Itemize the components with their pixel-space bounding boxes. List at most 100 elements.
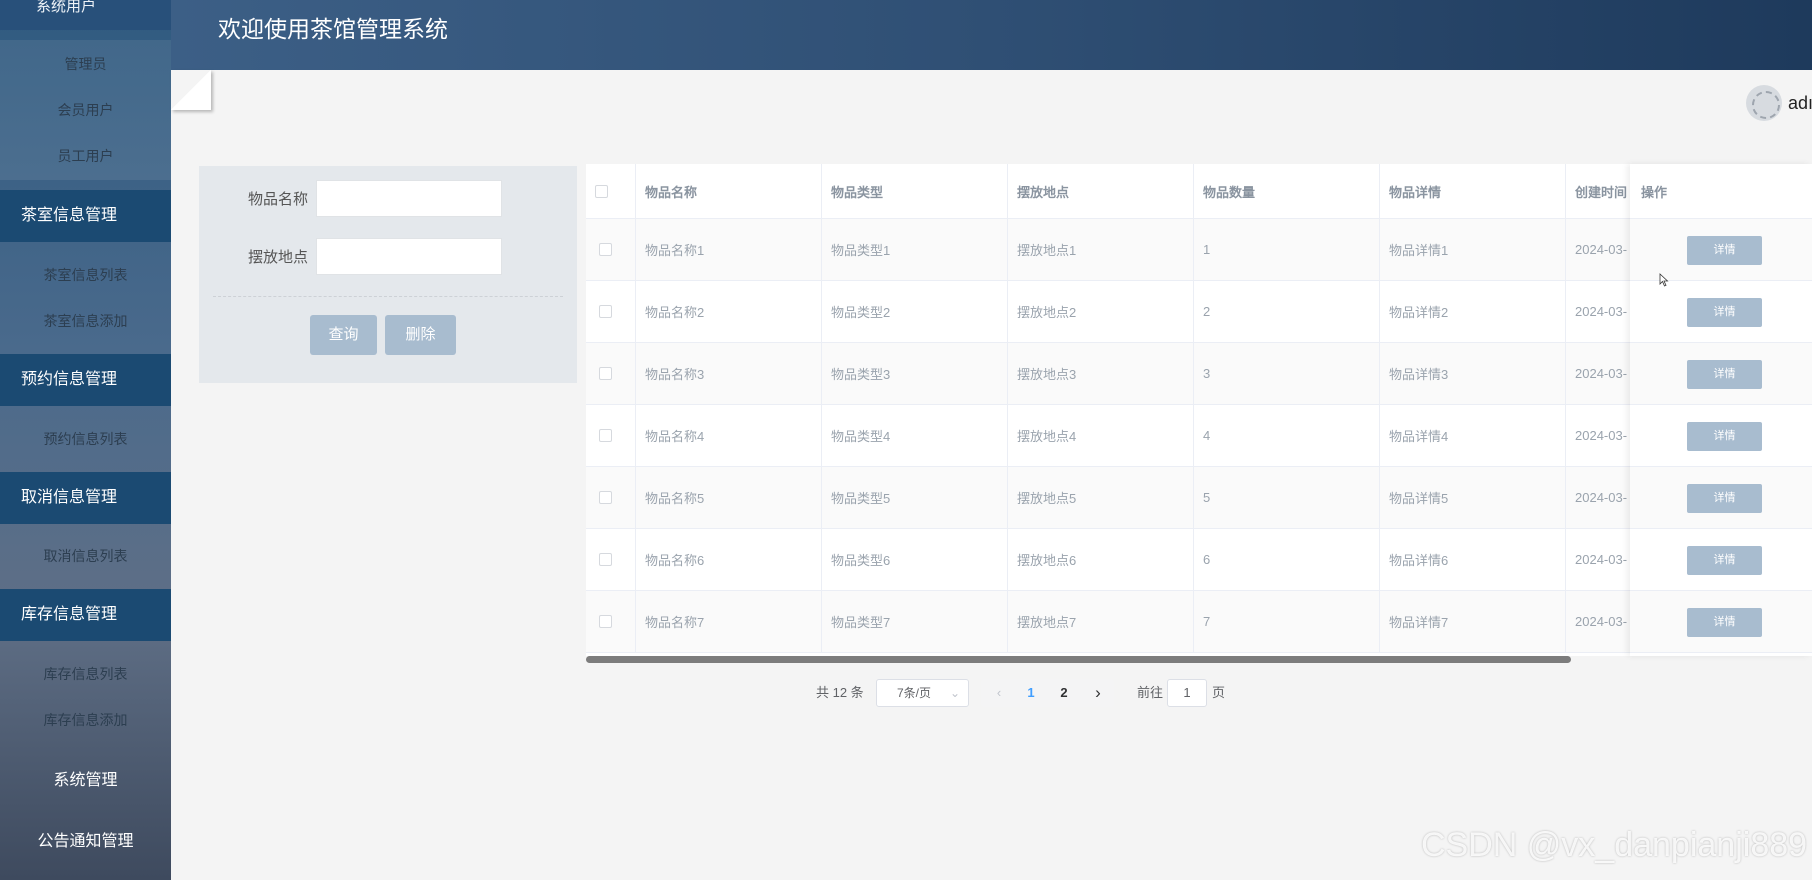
- sidebar-item-member-users[interactable]: 会员用户: [10, 87, 161, 133]
- col-header-created: 创建时间: [1566, 164, 1636, 218]
- cell-name: 物品名称6: [636, 529, 822, 590]
- cell-detail: 物品详情7: [1380, 591, 1566, 652]
- cell-qty: 1: [1194, 219, 1380, 280]
- cell-qty: 7: [1194, 591, 1380, 652]
- table-row: 物品名称7 物品类型7 摆放地点7 7 物品详情7 2024-03-: [586, 591, 1812, 653]
- sidebar-group-cancel[interactable]: 取消信息管理: [0, 472, 171, 524]
- row-checkbox[interactable]: [586, 591, 636, 652]
- cell-place: 摆放地点5: [1008, 467, 1194, 528]
- sidebar-item-cancel-list[interactable]: 取消信息列表: [10, 533, 161, 579]
- horizontal-scrollbar[interactable]: [586, 656, 1571, 663]
- cell-qty: 3: [1194, 343, 1380, 404]
- prev-page-icon[interactable]: ‹: [989, 679, 1009, 707]
- sidebar: 系统用户 管理员 会员用户 员工用户 茶室信息管理 茶室信息列表 茶室信息添加 …: [0, 0, 171, 880]
- sidebar-group-reservation[interactable]: 预约信息管理: [0, 354, 171, 406]
- sidebar-item-notice-management[interactable]: 公告通知管理: [0, 816, 171, 868]
- cell-type: 物品类型3: [822, 343, 1008, 404]
- sidebar-item-system-management[interactable]: 系统管理: [0, 755, 171, 807]
- table-row: 物品名称4 物品类型4 摆放地点4 4 物品详情4 2024-03-: [586, 405, 1812, 467]
- sidebar-item-inventory-list[interactable]: 库存信息列表: [10, 651, 161, 697]
- detail-button[interactable]: 详情: [1687, 608, 1762, 637]
- sidebar-item-tearoom-list[interactable]: 茶室信息列表: [10, 252, 161, 298]
- detail-button[interactable]: 详情: [1687, 360, 1762, 389]
- next-page-icon[interactable]: ›: [1088, 679, 1108, 707]
- query-button[interactable]: 查询: [310, 315, 377, 355]
- cell-detail: 物品详情2: [1380, 281, 1566, 342]
- col-header-qty: 物品数量: [1194, 164, 1380, 218]
- sidebar-group-inventory[interactable]: 库存信息管理: [0, 589, 171, 641]
- jump-page-input[interactable]: 1: [1167, 679, 1207, 707]
- cell-place: 摆放地点1: [1008, 219, 1194, 280]
- jump-suffix: 页: [1212, 685, 1226, 700]
- row-checkbox[interactable]: [586, 281, 636, 342]
- cell-name: 物品名称7: [636, 591, 822, 652]
- cell-detail: 物品详情4: [1380, 405, 1566, 466]
- cell-created: 2024-03-: [1566, 529, 1636, 590]
- cell-name: 物品名称5: [636, 467, 822, 528]
- avatar: [1746, 85, 1782, 121]
- page-size-value: 7条/页: [897, 686, 932, 700]
- sidebar-item-staff-users[interactable]: 员工用户: [10, 133, 161, 179]
- place-input[interactable]: [316, 238, 502, 275]
- cell-type: 物品类型7: [822, 591, 1008, 652]
- ops-row: 详情: [1630, 343, 1812, 405]
- cell-qty: 2: [1194, 281, 1380, 342]
- select-all-checkbox[interactable]: [586, 164, 636, 218]
- cell-place: 摆放地点4: [1008, 405, 1194, 466]
- page-title: 欢迎使用茶馆管理系统: [218, 16, 448, 42]
- cell-qty: 5: [1194, 467, 1380, 528]
- ops-row: 详情: [1630, 591, 1812, 653]
- sidebar-item-admin[interactable]: 管理员: [10, 41, 161, 87]
- row-checkbox[interactable]: [586, 529, 636, 590]
- detail-button[interactable]: 详情: [1687, 484, 1762, 513]
- item-name-input[interactable]: [316, 180, 502, 217]
- cell-detail: 物品详情6: [1380, 529, 1566, 590]
- col-header-type: 物品类型: [822, 164, 1008, 218]
- cell-name: 物品名称4: [636, 405, 822, 466]
- cell-created: 2024-03-: [1566, 405, 1636, 466]
- table-row: 物品名称2 物品类型2 摆放地点2 2 物品详情2 2024-03-: [586, 281, 1812, 343]
- cell-qty: 4: [1194, 405, 1380, 466]
- sidebar-item-system-users[interactable]: 系统用户: [0, 0, 171, 30]
- detail-button[interactable]: 详情: [1687, 298, 1762, 327]
- cell-type: 物品类型2: [822, 281, 1008, 342]
- cell-name: 物品名称3: [636, 343, 822, 404]
- table-header-row: 物品名称 物品类型 摆放地点 物品数量 物品详情 创建时间: [586, 164, 1812, 219]
- mouse-cursor-icon: [1659, 273, 1669, 287]
- detail-button[interactable]: 详情: [1687, 422, 1762, 451]
- row-checkbox[interactable]: [586, 405, 636, 466]
- page-1[interactable]: 1: [1021, 679, 1041, 707]
- page-2[interactable]: 2: [1054, 679, 1074, 707]
- user-name: adı: [1788, 92, 1812, 113]
- sidebar-item-label: 系统用户: [36, 0, 97, 15]
- row-checkbox[interactable]: [586, 343, 636, 404]
- detail-button[interactable]: 详情: [1687, 236, 1762, 265]
- sidebar-item-reservation-list[interactable]: 预约信息列表: [10, 416, 161, 462]
- sidebar-item-tearoom-add[interactable]: 茶室信息添加: [10, 298, 161, 344]
- item-name-label: 物品名称: [248, 191, 309, 208]
- cell-detail: 物品详情1: [1380, 219, 1566, 280]
- user-menu[interactable]: adı: [1746, 84, 1812, 122]
- cell-name: 物品名称1: [636, 219, 822, 280]
- ops-column: 操作 详情 详情 详情 详情 详情 详情 详情: [1630, 164, 1812, 656]
- cell-name: 物品名称2: [636, 281, 822, 342]
- col-header-detail: 物品详情: [1380, 164, 1566, 218]
- data-table: 物品名称 物品类型 摆放地点 物品数量 物品详情 创建时间 物品名称1 物品类型 1…: [586, 164, 1812, 656]
- row-checkbox[interactable]: [586, 219, 636, 280]
- sidebar-item-inventory-add[interactable]: 库存信息添加: [10, 697, 161, 743]
- cell-type: 物品类型6: [822, 529, 1008, 590]
- delete-button[interactable]: 删除: [385, 315, 456, 355]
- detail-button[interactable]: 详情: [1687, 546, 1762, 575]
- cell-created: 2024-03-: [1566, 591, 1636, 652]
- cell-detail: 物品详情5: [1380, 467, 1566, 528]
- table-row: 物品名称1 物品类型1 摆放地点1 1 物品详情1 2024-03-: [586, 219, 1812, 281]
- collapse-toggle-icon[interactable]: [171, 70, 211, 110]
- place-label: 摆放地点: [248, 249, 309, 266]
- page-size-select[interactable]: 7条/页 ⌄: [876, 679, 969, 707]
- row-checkbox[interactable]: [586, 467, 636, 528]
- sidebar-group-tearoom[interactable]: 茶室信息管理: [0, 190, 171, 242]
- cell-type: 物品类型4: [822, 405, 1008, 466]
- cell-place: 摆放地点3: [1008, 343, 1194, 404]
- top-header: 欢迎使用茶馆管理系统: [171, 0, 1812, 70]
- cell-place: 摆放地点7: [1008, 591, 1194, 652]
